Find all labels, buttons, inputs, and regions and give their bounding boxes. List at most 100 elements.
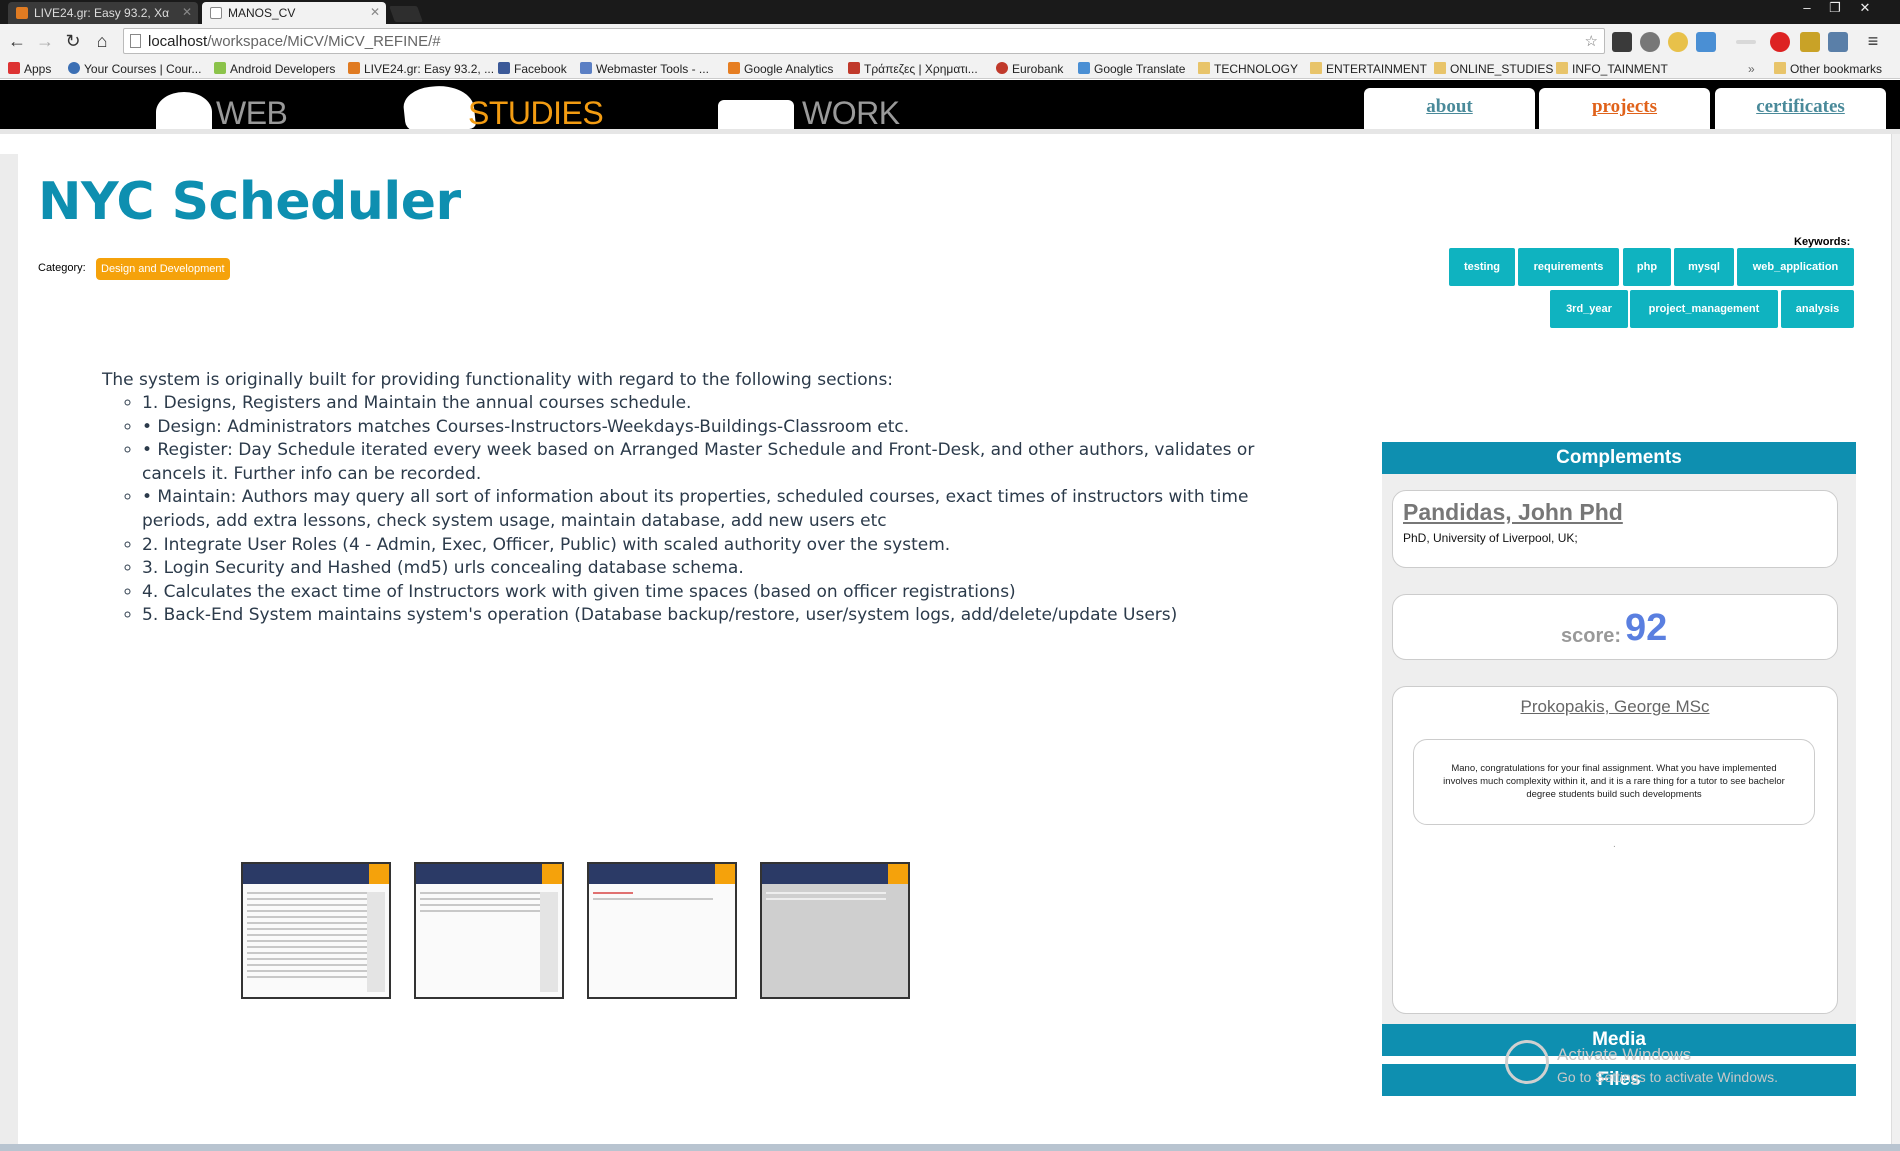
extension-sync-icon[interactable] xyxy=(1696,32,1716,52)
keyword-tag[interactable]: php xyxy=(1623,248,1671,286)
reviewer-name-link[interactable]: Prokopakis, George MSc xyxy=(1393,697,1837,717)
keyword-tag[interactable]: project_management xyxy=(1630,290,1778,328)
bookmark-folder-technology[interactable]: TECHNOLOGY xyxy=(1198,62,1298,76)
extension-bulb-icon[interactable] xyxy=(1668,32,1688,52)
address-bar[interactable]: localhost/workspace/MiCV/MiCV_REFINE/# ☆ xyxy=(123,28,1605,54)
screenshot-thumbnail-4[interactable] xyxy=(760,862,910,999)
complements-header[interactable]: Complements xyxy=(1382,442,1856,474)
extension-gear-icon[interactable] xyxy=(1640,32,1660,52)
left-rail xyxy=(0,154,18,1144)
bookmark-apps[interactable]: Apps xyxy=(8,62,51,76)
screenshot-thumbnail-2[interactable] xyxy=(414,862,564,999)
bookmark-folder-online-studies[interactable]: ONLINE_STUDIES xyxy=(1434,62,1553,76)
bookmark-star-icon[interactable]: ☆ xyxy=(1585,32,1598,50)
reload-icon[interactable]: ↻ xyxy=(62,31,84,52)
forward-icon[interactable]: → xyxy=(34,31,56,52)
bookmark-folder-infotainment[interactable]: INFO_TAINMENT xyxy=(1556,62,1668,76)
home-icon[interactable]: ⌂ xyxy=(91,31,113,52)
list-item: 1. Designs, Registers and Maintain the a… xyxy=(142,392,1282,416)
extension-bar-icon[interactable] xyxy=(1736,40,1756,44)
bookmark-google-analytics[interactable]: Google Analytics xyxy=(728,62,833,76)
page-title: NYC Scheduler xyxy=(38,172,461,232)
list-item: • Maintain: Authors may query all sort o… xyxy=(142,486,1282,533)
review-dot: . xyxy=(1613,839,1616,850)
analytics-icon xyxy=(728,62,740,74)
bookmark-webmaster-tools[interactable]: Webmaster Tools - ... xyxy=(580,62,709,76)
tab-about[interactable]: about xyxy=(1364,88,1535,129)
browser-toolbar: ← → ↻ ⌂ localhost/workspace/MiCV/MiCV_RE… xyxy=(0,24,1900,59)
keyword-tag[interactable]: analysis xyxy=(1781,290,1854,328)
bookmark-android-developers[interactable]: Android Developers xyxy=(214,62,335,76)
reviewer-name-link[interactable]: Pandidas, John Phd xyxy=(1403,499,1623,526)
activation-watermark: Activate Windows Go to Settings to activ… xyxy=(1557,1044,1778,1088)
restore-icon[interactable]: ❐ xyxy=(1822,0,1848,18)
bookmark-facebook[interactable]: Facebook xyxy=(498,62,567,76)
minimize-icon[interactable]: – xyxy=(1794,0,1820,18)
screenshot-thumbnail-3[interactable] xyxy=(587,862,737,999)
nav-studies[interactable]: STUDIES xyxy=(468,95,604,132)
review-card: Prokopakis, George MSc Mano, congratulat… xyxy=(1392,686,1838,1014)
address-url: localhost/workspace/MiCV/MiCV_REFINE/# xyxy=(148,33,441,50)
browser-tab-manos-cv[interactable]: MANOS_CV ✕ xyxy=(202,2,386,24)
rss-icon xyxy=(16,7,28,19)
review-quote: Mano, congratulations for your final ass… xyxy=(1413,739,1815,825)
back-icon[interactable]: ← xyxy=(6,31,28,52)
score-label: score: xyxy=(1561,625,1622,647)
bookmark-banks[interactable]: Τράπεζες | Χρηματι... xyxy=(848,62,978,76)
folder-icon xyxy=(1310,62,1322,74)
extension-camera-icon[interactable] xyxy=(1828,32,1848,52)
bookmarks-overflow-chevron[interactable]: » xyxy=(1748,62,1755,76)
keyword-tag[interactable]: web_application xyxy=(1737,248,1854,286)
nav-web[interactable]: WEB xyxy=(216,95,288,132)
close-icon[interactable]: ✕ xyxy=(182,5,192,19)
keyword-tag[interactable]: mysql xyxy=(1674,248,1734,286)
list-item: 2. Integrate User Roles (4 - Admin, Exec… xyxy=(142,534,1282,558)
studies-nav-icon xyxy=(401,82,477,136)
menu-icon[interactable]: ≡ xyxy=(1862,31,1884,52)
list-item: 5. Back-End System maintains system's op… xyxy=(142,604,1282,628)
tab-projects[interactable]: projects xyxy=(1539,88,1710,129)
page-scrollbar[interactable] xyxy=(1891,134,1900,1144)
project-description: The system is originally built for provi… xyxy=(102,368,1282,628)
screenshot-thumbnail-1[interactable] xyxy=(241,862,391,999)
close-icon[interactable]: ✕ xyxy=(370,5,380,19)
bookmark-live24[interactable]: LIVE24.gr: Easy 93.2, ... xyxy=(348,62,494,76)
nav-work[interactable]: WORK xyxy=(802,95,900,132)
browser-tab-live24[interactable]: LIVE24.gr: Easy 93.2, Xα ✕ xyxy=(8,2,198,24)
extension-record-icon[interactable] xyxy=(1770,32,1790,52)
bank-icon xyxy=(848,62,860,74)
bookmark-other[interactable]: Other bookmarks xyxy=(1774,62,1882,76)
reviewer-card: Pandidas, John Phd PhD, University of Li… xyxy=(1392,490,1838,568)
bookmark-folder-entertainment[interactable]: ENTERTAINMENT xyxy=(1310,62,1427,76)
extension-speaker-icon[interactable] xyxy=(1800,32,1820,52)
bookmark-eurobank[interactable]: Eurobank xyxy=(996,62,1063,76)
android-icon xyxy=(214,62,226,74)
new-tab-button[interactable] xyxy=(389,6,423,22)
folder-icon xyxy=(1434,62,1446,74)
description-intro: The system is originally built for provi… xyxy=(102,370,894,390)
list-item: • Design: Administrators matches Courses… xyxy=(142,416,1282,440)
eurobank-icon xyxy=(996,62,1008,74)
category-badge[interactable]: Design and Development xyxy=(96,258,230,280)
feature-list: 1. Designs, Registers and Maintain the a… xyxy=(102,392,1282,628)
score-value: 92 xyxy=(1625,607,1668,649)
folder-icon xyxy=(1774,62,1786,74)
webmaster-icon xyxy=(580,62,592,74)
bookmark-your-courses[interactable]: Your Courses | Cour... xyxy=(68,62,201,76)
apps-icon xyxy=(8,62,20,74)
work-briefcase-icon xyxy=(718,100,794,132)
keyword-tag[interactable]: requirements xyxy=(1518,248,1619,286)
keyword-tag[interactable]: 3rd_year xyxy=(1550,290,1628,328)
extension-new-icon[interactable] xyxy=(1612,32,1632,52)
tab-title: LIVE24.gr: Easy 93.2, Xα xyxy=(34,6,170,20)
list-item: 3. Login Security and Hashed (md5) urls … xyxy=(142,557,1282,581)
tab-title: MANOS_CV xyxy=(228,6,296,20)
folder-icon xyxy=(1556,62,1568,74)
close-window-icon[interactable]: ✕ xyxy=(1852,0,1878,18)
bookmark-google-translate[interactable]: Google Translate xyxy=(1078,62,1185,76)
list-item: 4. Calculates the exact time of Instruct… xyxy=(142,581,1282,605)
os-taskbar xyxy=(0,1144,1900,1151)
tab-certificates[interactable]: certificates xyxy=(1715,88,1886,129)
keyword-tag[interactable]: testing xyxy=(1449,248,1515,286)
list-item: • Register: Day Schedule iterated every … xyxy=(142,439,1282,486)
